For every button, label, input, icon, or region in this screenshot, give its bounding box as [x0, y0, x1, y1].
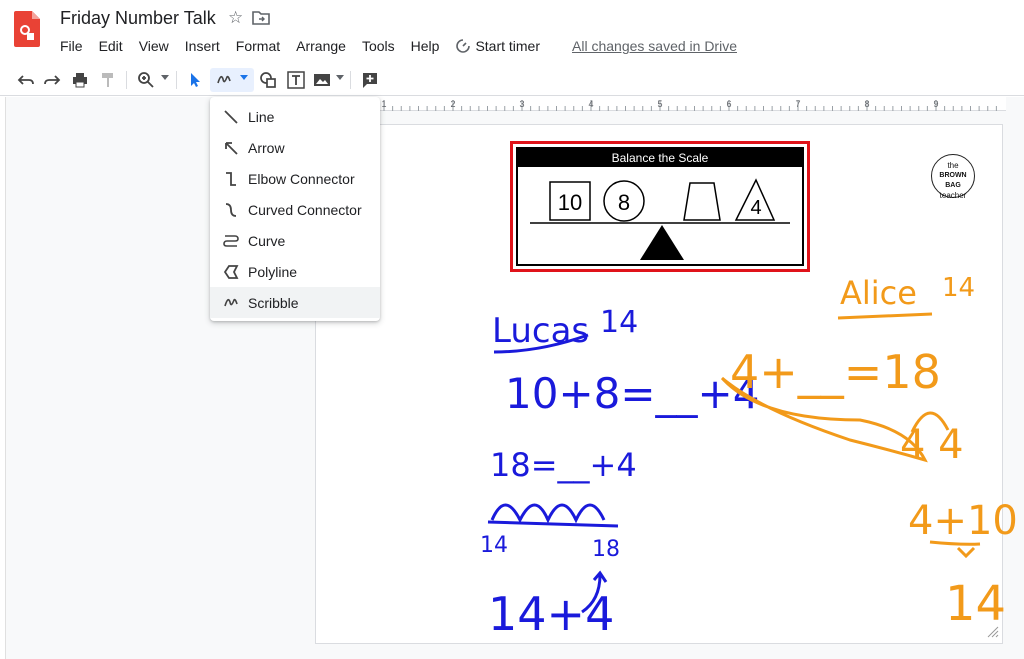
- print-button[interactable]: [68, 68, 92, 92]
- brown-bag-teacher-logo[interactable]: the BROWN BAG teacher: [931, 154, 975, 200]
- start-timer-label: Start timer: [475, 38, 541, 54]
- menu-item-label: Scribble: [248, 294, 299, 311]
- save-status[interactable]: All changes saved in Drive: [572, 38, 737, 54]
- circle-value: 8: [618, 190, 630, 215]
- vertical-ruler: [0, 97, 6, 659]
- ruler-number: 7: [795, 99, 800, 109]
- menu-tools[interactable]: Tools: [354, 38, 403, 54]
- menu-item-label: Curved Connector: [248, 201, 362, 218]
- shape-tool-button[interactable]: [256, 68, 280, 92]
- menu-item-label: Elbow Connector: [248, 170, 355, 187]
- menu-item-curve[interactable]: Curve: [210, 225, 380, 256]
- star-icon[interactable]: ☆: [228, 8, 243, 28]
- add-comment-icon: [363, 73, 377, 88]
- toolbar-separator: [350, 71, 351, 89]
- cursor-arrow-icon: [191, 73, 200, 87]
- line-type-menu: Line Arrow Elbow Connector Curved Connec…: [210, 97, 380, 321]
- menu-insert[interactable]: Insert: [177, 38, 228, 54]
- menu-item-label: Line: [248, 108, 275, 125]
- menu-item-scribble[interactable]: Scribble: [210, 287, 380, 318]
- menu-item-arrow[interactable]: Arrow: [210, 132, 380, 163]
- curve-icon: [222, 232, 240, 250]
- curved-connector-icon: [222, 201, 240, 219]
- toolbar-separator: [176, 71, 177, 89]
- toolbar-separator: [126, 71, 127, 89]
- ruler-number: 4: [588, 99, 593, 109]
- horizontal-ruler: 1 2 3 4 5 6 7 8 9: [316, 97, 1006, 111]
- polyline-icon: [222, 263, 240, 281]
- redo-button[interactable]: [40, 68, 64, 92]
- balance-scale-frame: Balance the Scale 10 8 4: [516, 147, 804, 266]
- menu-item-label: Arrow: [248, 139, 285, 156]
- menu-edit[interactable]: Edit: [91, 38, 131, 54]
- ruler-number: 1: [381, 99, 386, 109]
- ruler-number: 5: [657, 99, 662, 109]
- paint-format-button[interactable]: [96, 68, 120, 92]
- logo-line-1: the: [947, 161, 959, 170]
- print-icon: [73, 73, 87, 88]
- insert-image-button[interactable]: [310, 68, 334, 92]
- logo-line-3: teacher: [939, 191, 967, 200]
- ruler-number: 6: [726, 99, 731, 109]
- toolbar: [0, 64, 1024, 96]
- menu-item-polyline[interactable]: Polyline: [210, 256, 380, 287]
- add-comment-button[interactable]: [358, 68, 382, 92]
- menu-view[interactable]: View: [131, 38, 177, 54]
- paint-format-icon: [102, 73, 113, 87]
- redo-icon: [44, 75, 61, 85]
- ruler-ticks: 1 2 3 4 5 6 7 8 9: [323, 99, 997, 111]
- move-to-folder-icon[interactable]: [252, 10, 270, 26]
- ruler-number: 2: [450, 99, 455, 109]
- ruler-number: 9: [933, 99, 938, 109]
- scribble-icon: [217, 75, 231, 84]
- balance-scale-card[interactable]: Balance the Scale 10 8 4: [510, 141, 810, 272]
- menu-item-label: Curve: [248, 232, 286, 249]
- zoom-icon: [138, 72, 154, 88]
- ruler-number: 3: [519, 99, 524, 109]
- line-dropdown-caret-icon[interactable]: [240, 75, 248, 80]
- square-value: 10: [558, 190, 582, 215]
- card-title: Balance the Scale: [518, 149, 802, 167]
- undo-button[interactable]: [14, 68, 38, 92]
- header: Friday Number Talk ☆ File Edit View Inse…: [0, 0, 1024, 62]
- logo-line-2: BROWN BAG: [939, 172, 967, 189]
- line-tool-button[interactable]: [210, 68, 254, 92]
- menu-item-line[interactable]: Line: [210, 101, 380, 132]
- elbow-connector-icon: [222, 170, 240, 188]
- arrow-icon: [222, 139, 240, 157]
- document-title[interactable]: Friday Number Talk: [60, 8, 216, 29]
- undo-icon: [17, 75, 34, 85]
- triangle-value: 4: [750, 197, 761, 219]
- start-timer-button[interactable]: Start timer: [447, 38, 548, 54]
- text-box-button[interactable]: [284, 68, 308, 92]
- menu-item-curved-connector[interactable]: Curved Connector: [210, 194, 380, 225]
- menu-arrange[interactable]: Arrange: [288, 38, 354, 54]
- scribble-icon: [222, 294, 240, 312]
- image-dropdown-caret-icon[interactable]: [336, 75, 344, 80]
- text-box-icon: [287, 71, 305, 89]
- menubar: File Edit View Insert Format Arrange Too…: [52, 36, 737, 56]
- timer-icon: [456, 39, 471, 53]
- image-icon: [314, 74, 330, 86]
- google-drawings-logo-icon[interactable]: [14, 11, 40, 47]
- select-tool-button[interactable]: [184, 68, 208, 92]
- menu-item-elbow-connector[interactable]: Elbow Connector: [210, 163, 380, 194]
- menu-file[interactable]: File: [52, 38, 91, 54]
- scale-illustration: 10 8 4: [530, 178, 790, 260]
- menu-item-label: Polyline: [248, 263, 298, 280]
- zoom-dropdown-caret-icon[interactable]: [161, 75, 169, 80]
- line-icon: [222, 108, 240, 126]
- menu-help[interactable]: Help: [403, 38, 448, 54]
- ruler-number: 8: [864, 99, 869, 109]
- shape-icon: [260, 72, 276, 88]
- zoom-button[interactable]: [134, 68, 158, 92]
- menu-format[interactable]: Format: [228, 38, 288, 54]
